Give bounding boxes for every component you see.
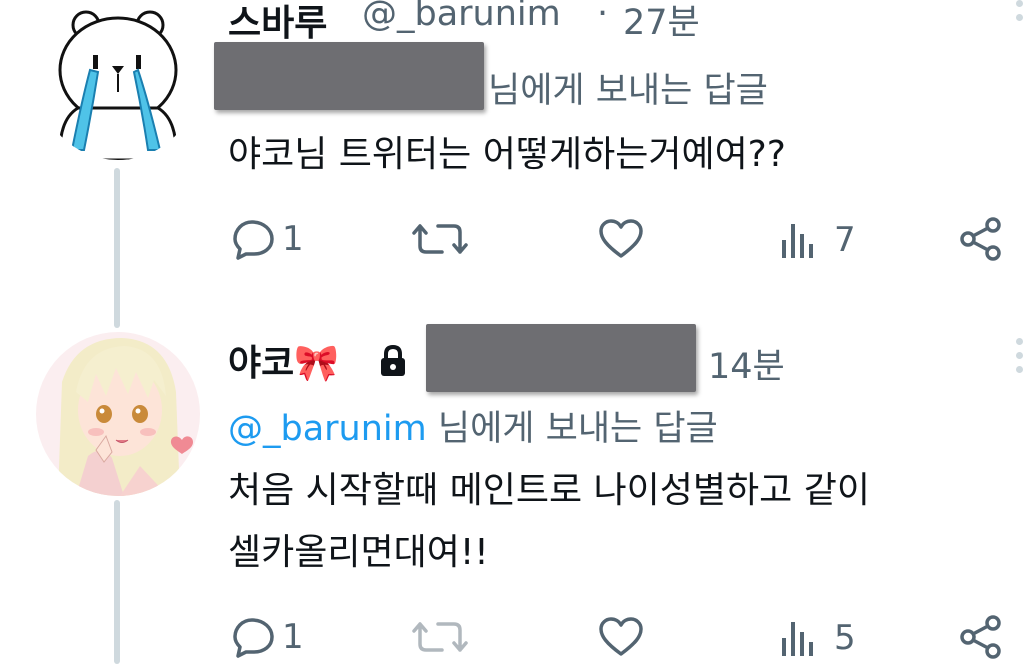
timestamp[interactable]: 14분: [708, 338, 785, 389]
share-icon: [960, 615, 1001, 659]
display-name[interactable]: 야코🎀: [228, 334, 339, 386]
retweet-icon: [412, 622, 468, 652]
reply-button[interactable]: 1: [232, 616, 304, 658]
reply-button[interactable]: 1: [232, 218, 304, 260]
reply-icon: [233, 220, 274, 260]
share-icon: [960, 217, 1001, 261]
views-count: 7: [834, 220, 856, 260]
like-icon: [599, 617, 643, 656]
reply-icon: [233, 618, 274, 658]
retweet-button[interactable]: [412, 618, 468, 656]
more-icon[interactable]: [1016, 338, 1024, 380]
more-icon[interactable]: [1016, 0, 1024, 28]
redacted-handle: [426, 324, 696, 392]
like-icon: [599, 219, 643, 258]
thread-line-bottom: [114, 500, 120, 664]
share-button[interactable]: [958, 614, 1004, 660]
views-icon: [782, 622, 813, 656]
retweet-button[interactable]: [412, 220, 468, 258]
separator-dot: ·: [597, 0, 609, 34]
redacted-mention: [214, 42, 484, 110]
timestamp[interactable]: 27분: [623, 0, 700, 45]
reply-count: 1: [282, 617, 304, 657]
reply-to-line: @_barunim 님에게 보내는 답글: [228, 400, 718, 451]
views-icon: [782, 224, 813, 258]
views-button[interactable]: 7: [780, 220, 856, 260]
reply-to-mention[interactable]: @_barunim: [228, 409, 427, 449]
share-button[interactable]: [958, 216, 1004, 262]
views-count: 5: [834, 618, 856, 658]
thread-line-top: [114, 168, 120, 328]
avatar-yako[interactable]: [36, 332, 200, 496]
reply-to-label: 님에게 보내는 답글: [488, 71, 768, 111]
avatar-subaru[interactable]: [38, 0, 198, 160]
tweet-text: 야코님 트위터는 어떻게하는거예여??: [228, 134, 786, 175]
retweet-icon: [412, 224, 468, 254]
user-handle[interactable]: @_barunim: [362, 0, 561, 34]
reply-to-label: 님에게 보내는 답글: [437, 409, 718, 449]
display-name[interactable]: 스바루: [228, 0, 327, 46]
like-button[interactable]: [598, 616, 644, 658]
tweet-text-line-2: 셀카올리면대여!!: [228, 532, 489, 573]
tweet-text-line-1: 처음 시작할때 메인트로 나이성별하고 같이: [228, 470, 870, 511]
like-button[interactable]: [598, 218, 644, 260]
views-button[interactable]: 5: [780, 618, 856, 658]
reply-count: 1: [282, 219, 304, 259]
lock-icon: [378, 344, 408, 382]
